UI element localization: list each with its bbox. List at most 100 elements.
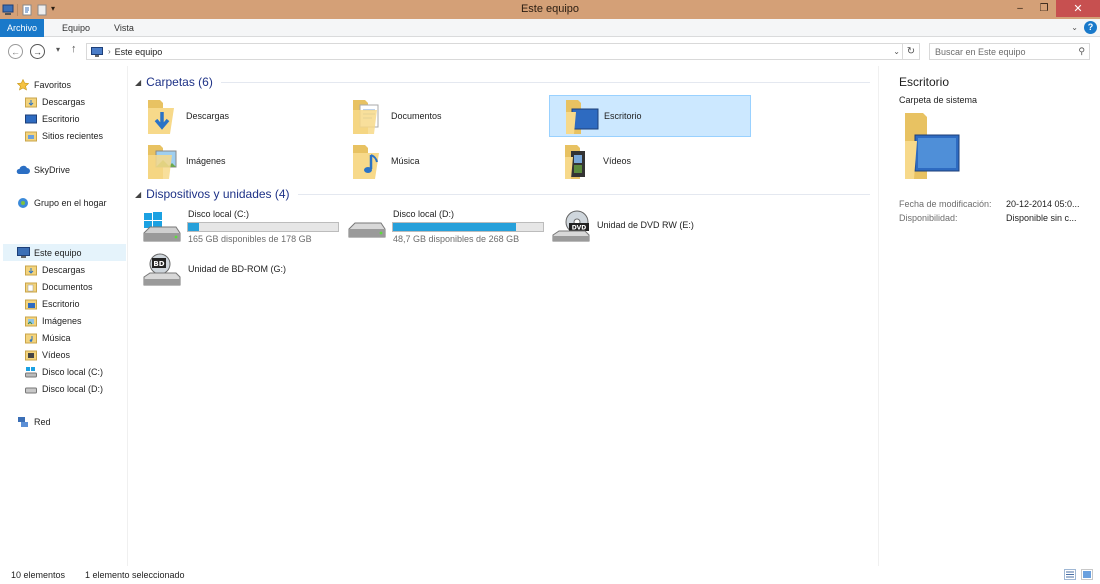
skydrive-cloud-icon (16, 163, 30, 176)
nav-homegroup-label: Grupo en el hogar (34, 197, 107, 208)
drive-tile-bd[interactable]: BD Unidad de BD-ROM (G:) (132, 249, 332, 291)
nav-network[interactable]: Red (16, 413, 51, 430)
nav-homegroup[interactable]: Grupo en el hogar (16, 194, 107, 211)
nav-fav-escritorio-label: Escritorio (42, 113, 80, 124)
status-item-count: 10 elementos (11, 570, 66, 580)
window-title: Este equipo (520, 3, 580, 15)
downloads-folder-icon (144, 96, 182, 136)
nav-pc-descargas[interactable]: Descargas (24, 261, 85, 278)
music-folder-icon (24, 331, 38, 344)
address-bar[interactable]: › Este equipo ⌄ ↻ (86, 43, 920, 60)
nav-pc-musica-label: Música (42, 332, 71, 343)
detail-value-modified: 20-12-2014 05:0... (1006, 199, 1080, 209)
documents-folder-icon (349, 96, 387, 136)
folder-tile-documentos[interactable]: Documentos (337, 95, 539, 137)
nav-pc-musica[interactable]: Música (24, 329, 71, 346)
group-title-carpetas: Carpetas (6) (146, 75, 213, 89)
videos-folder-icon (561, 141, 599, 181)
drive-dvd-name: Unidad de DVD RW (E:) (597, 220, 694, 230)
help-icon[interactable]: ? (1084, 21, 1097, 34)
desktop-folder-icon (562, 96, 600, 136)
folder-tile-musica[interactable]: Música (337, 140, 539, 182)
bd-badge: BD (153, 260, 164, 268)
windows-drive-icon (24, 365, 38, 378)
drive-d-name: Disco local (D:) (393, 209, 455, 219)
nav-pc-descargas-label: Descargas (42, 264, 86, 275)
title-bar: ▾ Este equipo – ❐ ✕ (0, 0, 1100, 19)
videos-folder-icon (24, 348, 38, 361)
nav-favorites-label: Favoritos (34, 79, 72, 90)
breadcrumb-separator-icon[interactable]: › (108, 47, 111, 56)
folder-label: Documentos (391, 111, 442, 121)
close-button[interactable]: ✕ (1056, 0, 1100, 17)
tab-vista[interactable]: Vista (106, 19, 142, 37)
documents-folder-icon (24, 280, 38, 293)
this-pc-icon[interactable] (2, 4, 14, 16)
collapse-chevron-icon[interactable]: ◢ (135, 190, 141, 199)
nav-pc-escritorio[interactable]: Escritorio (24, 295, 80, 312)
drive-d-free-space: 48,7 GB disponibles de 268 GB (393, 234, 520, 244)
nav-this-pc[interactable]: Este equipo (3, 244, 126, 261)
tab-archivo[interactable]: Archivo (0, 18, 45, 37)
breadcrumb-este-equipo[interactable]: Este equipo (115, 47, 163, 57)
new-folder-icon[interactable] (36, 4, 48, 16)
search-icon[interactable]: ⚲ (1078, 46, 1085, 57)
large-icons-view-icon[interactable] (1081, 569, 1093, 580)
collapse-chevron-icon[interactable]: ◢ (135, 78, 141, 87)
drive-tile-d[interactable]: Disco local (D:) 48,7 GB disponibles de … (337, 205, 544, 247)
hard-drive-icon (348, 222, 386, 238)
nav-pc-videos[interactable]: Vídeos (24, 346, 70, 363)
maximize-button[interactable]: ❐ (1032, 0, 1056, 17)
back-arrow-icon[interactable]: ← (8, 44, 23, 59)
nav-pc-documentos-label: Documentos (42, 281, 93, 292)
details-pane: Escritorio Carpeta de sistema Fecha de m… (878, 66, 1100, 566)
drive-tile-c[interactable]: Disco local (C:) 165 GB disponibles de 1… (132, 205, 339, 247)
folder-tile-descargas[interactable]: Descargas (132, 95, 334, 137)
nav-fav-escritorio[interactable]: Escritorio (24, 110, 80, 127)
customize-qat-icon[interactable]: ▾ (51, 4, 59, 16)
drive-d-usage-fill (393, 223, 516, 231)
expand-ribbon-icon[interactable]: ⌄ (1071, 23, 1078, 32)
nav-favorites[interactable]: Favoritos (16, 76, 71, 93)
this-pc-icon (91, 46, 103, 57)
folder-label: Música (391, 156, 420, 166)
tab-equipo[interactable]: Equipo (54, 19, 98, 37)
desktop-icon (24, 112, 38, 125)
properties-icon[interactable] (21, 4, 33, 16)
recent-locations-icon[interactable]: ▾ (56, 45, 60, 54)
nav-pc-documentos[interactable]: Documentos (24, 278, 93, 295)
group-header-dispositivos[interactable]: ◢ Dispositivos y unidades (4) (135, 187, 870, 201)
refresh-icon[interactable]: ↻ (902, 44, 919, 59)
nav-fav-descargas[interactable]: Descargas (24, 93, 85, 110)
drive-c-usage-fill (188, 223, 199, 231)
desktop-folder-icon (905, 113, 960, 179)
minimize-button[interactable]: – (1008, 0, 1032, 17)
folder-tile-escritorio[interactable]: Escritorio (549, 95, 751, 137)
search-box[interactable]: ⚲ (929, 43, 1090, 60)
detail-value-availability: Disponible sin c... (1006, 213, 1077, 223)
music-folder-icon (349, 141, 387, 181)
nav-pc-disco-c[interactable]: Disco local (C:) (24, 363, 103, 380)
nav-pc-disco-d[interactable]: Disco local (D:) (24, 380, 103, 397)
folder-tile-videos[interactable]: Vídeos (549, 140, 751, 182)
forward-arrow-icon[interactable]: → (30, 44, 45, 59)
quick-access-toolbar: ▾ (0, 0, 59, 19)
dvd-badge: DVD (572, 225, 587, 232)
nav-pc-disco-d-label: Disco local (D:) (42, 383, 104, 394)
nav-skydrive[interactable]: SkyDrive (16, 161, 70, 178)
nav-pc-imagenes[interactable]: Imágenes (24, 312, 82, 329)
nav-fav-descargas-label: Descargas (42, 96, 86, 107)
group-header-carpetas[interactable]: ◢ Carpetas (6) (135, 75, 870, 89)
folder-tile-imagenes[interactable]: Imágenes (132, 140, 334, 182)
drive-tile-dvd[interactable]: DVD Unidad de DVD RW (E:) (541, 205, 741, 247)
nav-fav-sitios-recientes-label: Sitios recientes (42, 130, 104, 141)
search-input[interactable] (930, 44, 1070, 59)
pictures-folder-icon (24, 314, 38, 327)
window-controls: – ❐ ✕ (1008, 0, 1100, 19)
address-dropdown-icon[interactable]: ⌄ (893, 47, 900, 56)
nav-skydrive-label: SkyDrive (34, 164, 71, 175)
up-arrow-icon[interactable]: ↑ (71, 43, 77, 55)
nav-pc-imagenes-label: Imágenes (42, 315, 82, 326)
details-view-icon[interactable] (1064, 569, 1076, 580)
nav-fav-sitios-recientes[interactable]: Sitios recientes (24, 127, 103, 144)
